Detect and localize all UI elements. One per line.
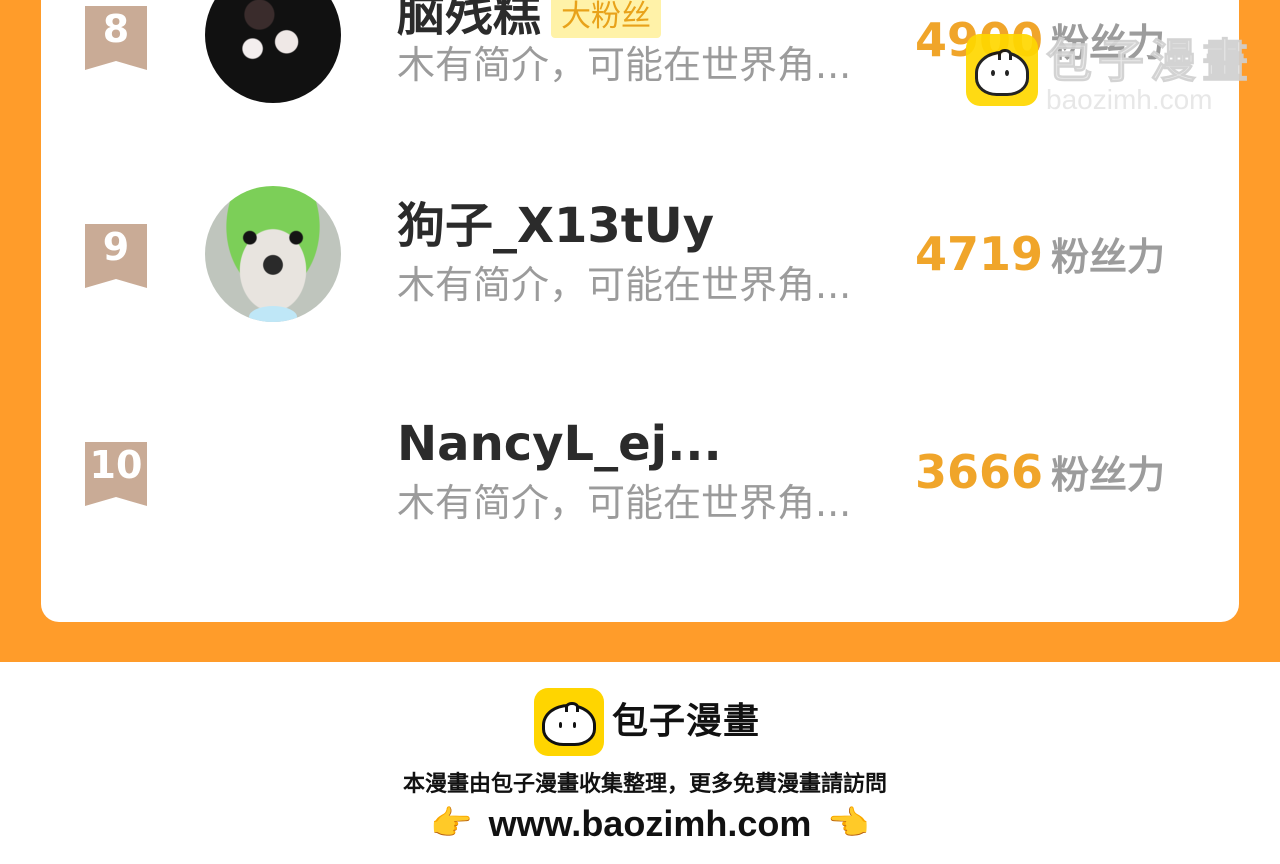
footer-note: 本漫畫由包子漫畫收集整理，更多免費漫畫請訪問 (402, 772, 887, 797)
footer-url-row: 👉 www.baozimh.com 👈 (0, 800, 1280, 847)
fans-score: 3666 粉丝力 (915, 444, 1170, 511)
footer-url-link[interactable]: www.baozimh.com (489, 803, 812, 844)
rank-badge: 9 (85, 224, 147, 288)
ranking-row[interactable]: 10 NancyL_ej... 木有简介，可能在世界角... 3666 粉丝力 (0, 404, 1280, 564)
fans-number: 3666 (915, 445, 1044, 499)
footer-brand: 包子漫畫 (612, 701, 761, 742)
pointing-left-icon: 👈 (827, 803, 870, 844)
avatar[interactable] (205, 0, 341, 103)
pointing-right-icon: 👉 (430, 803, 473, 844)
user-intro: 木有简介，可能在世界角... (397, 481, 852, 525)
fans-label: 粉丝力 (1051, 453, 1166, 497)
rank-badge: 10 (85, 442, 147, 506)
fan-tag: 大粉丝 (551, 0, 662, 38)
user-name[interactable]: 脑残糕 大粉丝 (397, 0, 662, 42)
watermark-url: baozimh.com (1046, 84, 1213, 115)
avatar[interactable] (205, 186, 341, 322)
user-intro: 木有简介，可能在世界角... (397, 43, 852, 87)
fans-label: 粉丝力 (1051, 235, 1166, 279)
bun-logo-icon (534, 688, 604, 756)
watermark-text: 包子漫畫 (1046, 34, 1254, 89)
user-name[interactable]: 狗子_X13tUy (397, 198, 714, 254)
ranking-row[interactable]: 9 狗子_X13tUy 木有简介，可能在世界角... 4719 粉丝力 (0, 186, 1280, 346)
fans-number: 4719 (915, 227, 1044, 281)
fans-score: 4719 粉丝力 (915, 226, 1170, 293)
user-name-text: 脑残糕 (397, 0, 542, 42)
bun-logo-icon (966, 34, 1038, 106)
rank-badge: 8 (85, 6, 147, 70)
user-name[interactable]: NancyL_ej... (397, 416, 722, 472)
watermark: 包子漫畫 baozimh.com (966, 34, 1266, 120)
user-intro: 木有简介，可能在世界角... (397, 263, 852, 307)
